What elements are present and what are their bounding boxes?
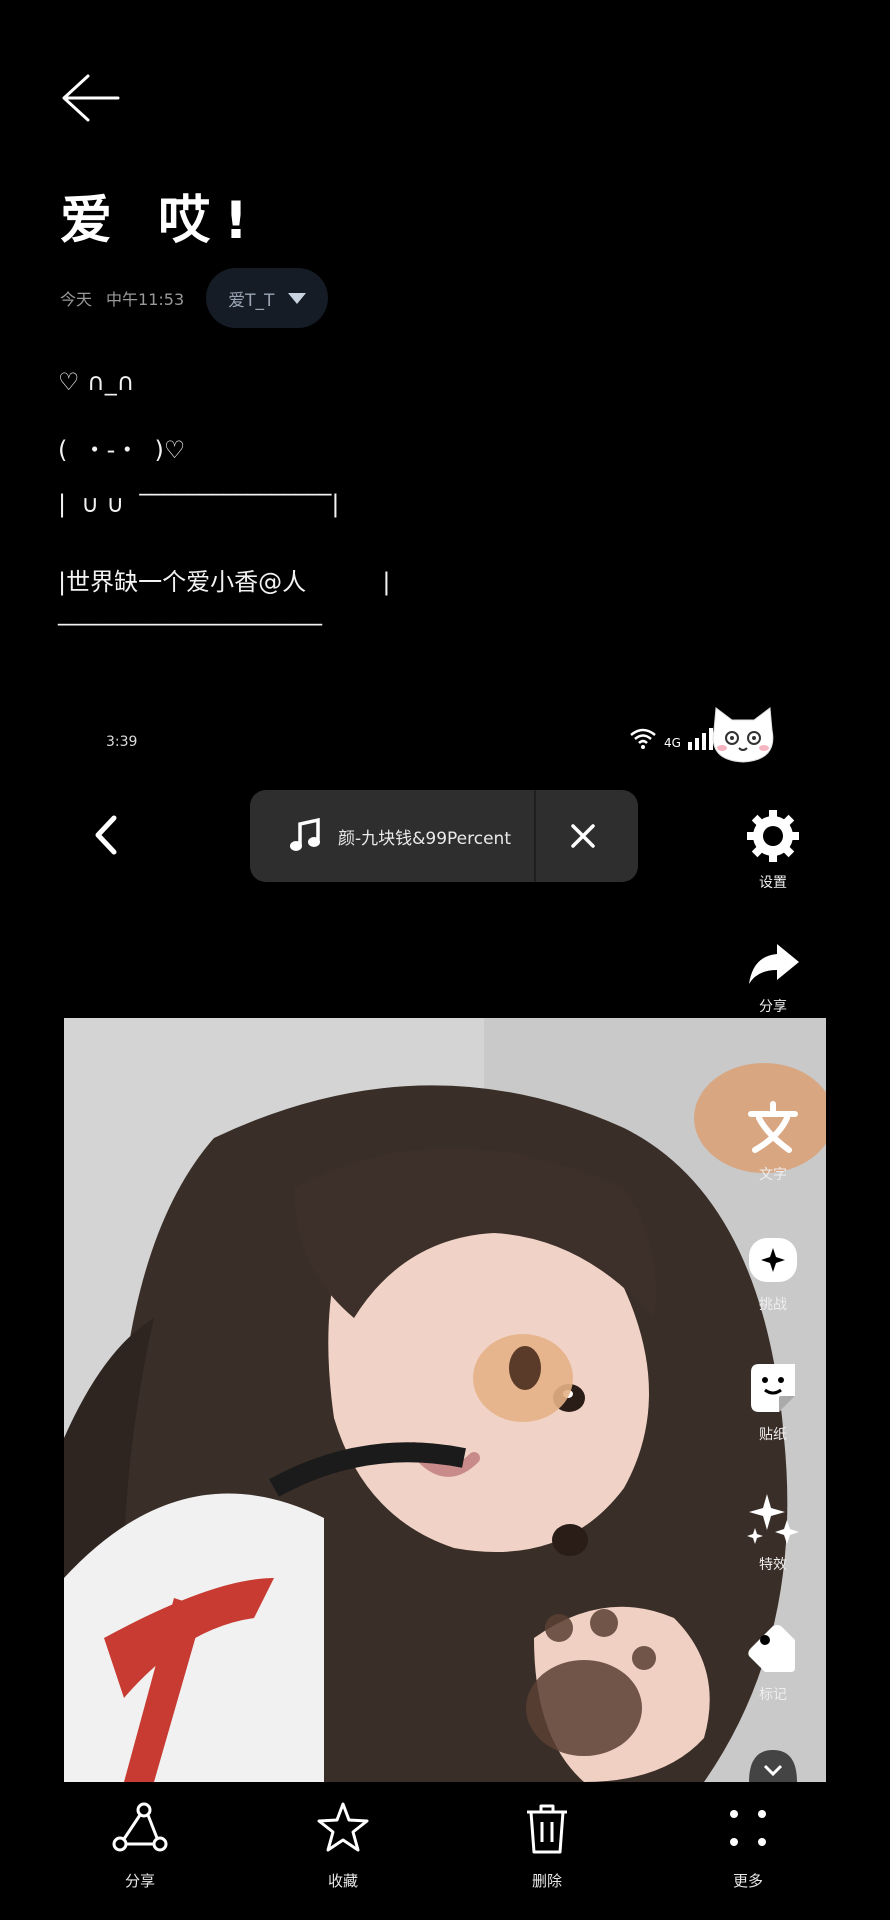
note-date: 今天 [60,290,93,309]
share-button[interactable]: 分享 [80,1800,200,1891]
network-type: 4G [664,736,681,750]
rail-share: 分享 [738,940,808,1016]
bottom-action-bar: 分享 收藏 删除 更多 [0,1790,890,1920]
note-time: 中午11:53 [106,290,185,309]
music-title: 颜-九块钱&99Percent [338,828,511,849]
music-bar: 颜-九块钱&99Percent [250,790,638,882]
share-label: 分享 [124,1872,155,1890]
rail-challenge-label: 挑战 [759,1297,787,1313]
rail-settings: 设置 [738,808,808,892]
rail-share-label: 分享 [759,999,787,1015]
note-line: ♡ ∩_∩ [58,368,135,396]
rail-more [738,1750,808,1786]
text-icon [748,1101,798,1153]
gear-icon [747,810,799,862]
more-label: 更多 [732,1872,763,1890]
note-title: 爱 哎! [60,191,262,251]
note-page: 爱 哎! 今天 中午11:53 爱T_T ♡ ∩_∩ ( ・-・ )♡ | ∪ … [0,0,890,1920]
star-icon [317,1802,369,1852]
sparkle-icon [747,1494,799,1544]
screenshot-back-icon [95,815,117,855]
screenshot-status-icons: 4G [628,726,717,750]
rail-effects-label: 特效 [759,1557,787,1573]
share-icon [112,1802,168,1852]
tag-selector[interactable]: 爱T_T [206,268,329,328]
photo [64,1018,826,1782]
screenshot-status-time: 3:39 [106,734,138,750]
rail-text-label: 文字 [759,1167,787,1183]
rail-sticker-label: 贴纸 [759,1427,787,1443]
delete-label: 删除 [531,1872,562,1890]
rail-challenge: 挑战 [738,1230,808,1314]
rail-tag-label: 标记 [759,1687,787,1703]
rail-tag: 标记 [738,1620,808,1704]
back-arrow-icon[interactable] [58,70,122,126]
more-button[interactable]: 更多 [688,1800,808,1891]
close-icon [571,824,595,848]
wifi-icon [630,728,656,749]
note-line: ‾‾‾‾‾‾‾‾‾‾‾‾‾‾‾‾‾‾‾‾‾‾ [58,620,322,648]
note-line: | ∪ ∪ ‾‾‾‾‾‾‾‾‾‾‾‾‾‾‾‾| [58,490,340,518]
rail-sticker: 贴纸 [738,1360,808,1444]
rail-text: 文字 [738,1100,808,1184]
trash-icon [527,1804,567,1854]
tag-label: 爱T_T [228,290,275,311]
more-dots-icon [730,1810,766,1846]
cat-sticker-icon [712,707,774,763]
note-line: |世界缺一个爱小香@人 | [58,568,391,596]
sticker-icon [751,1364,795,1412]
note-meta: 今天 中午11:53 爱T_T [60,268,329,328]
rail-settings-label: 设置 [759,875,787,891]
rail-effects: 特效 [738,1490,808,1574]
chevron-down-icon [749,1750,797,1782]
tag-icon [748,1625,795,1672]
favorite-label: 收藏 [327,1872,358,1890]
favorite-button[interactable]: 收藏 [283,1800,403,1891]
caret-down-icon [288,292,307,304]
portrait-image [64,1018,826,1782]
challenge-icon [749,1238,797,1282]
note-line: ( ・-・ )♡ [58,436,186,464]
delete-button[interactable]: 删除 [487,1800,607,1891]
share-arrow-icon [749,944,799,984]
music-close [536,790,630,882]
music-note-icon [290,817,320,851]
